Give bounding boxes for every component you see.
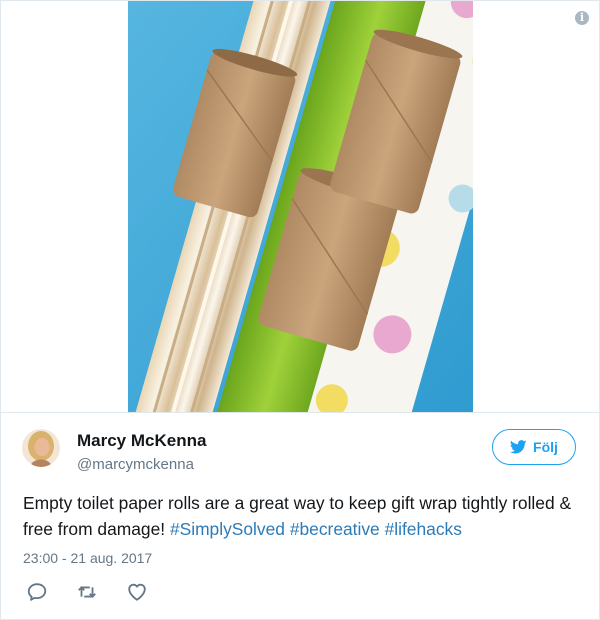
retweet-button[interactable]: [76, 581, 98, 603]
tweet-media-area[interactable]: i: [1, 1, 599, 412]
tweet-card: i Marcy McKenna @marcymckenna Följ Empty…: [0, 0, 600, 620]
retweet-icon: [78, 586, 96, 598]
media-divider: [1, 412, 599, 413]
hashtag-link[interactable]: #becreative: [290, 519, 380, 539]
tweet-photo[interactable]: [128, 1, 473, 412]
avatar[interactable]: [22, 429, 60, 467]
author-handle[interactable]: @marcymckenna: [77, 456, 194, 473]
reply-button[interactable]: [26, 581, 48, 603]
tweet-timestamp[interactable]: 23:00 - 21 aug. 2017: [23, 550, 152, 566]
info-icon[interactable]: i: [575, 11, 589, 25]
follow-label: Följ: [533, 439, 558, 455]
follow-button[interactable]: Följ: [492, 429, 576, 465]
avatar-image: [22, 429, 60, 467]
hashtag-link[interactable]: #lifehacks: [385, 519, 462, 539]
gift-wrap-photo: [128, 1, 473, 412]
tweet-text: Empty toilet paper rolls are a great way…: [23, 490, 583, 542]
tweet-actions: [26, 581, 176, 603]
heart-icon: [128, 583, 146, 601]
reply-icon: [27, 583, 47, 601]
author-name[interactable]: Marcy McKenna: [77, 431, 206, 451]
hashtag-link[interactable]: #SimplySolved: [170, 519, 285, 539]
like-button[interactable]: [126, 581, 148, 603]
twitter-bird-icon: [510, 440, 527, 454]
